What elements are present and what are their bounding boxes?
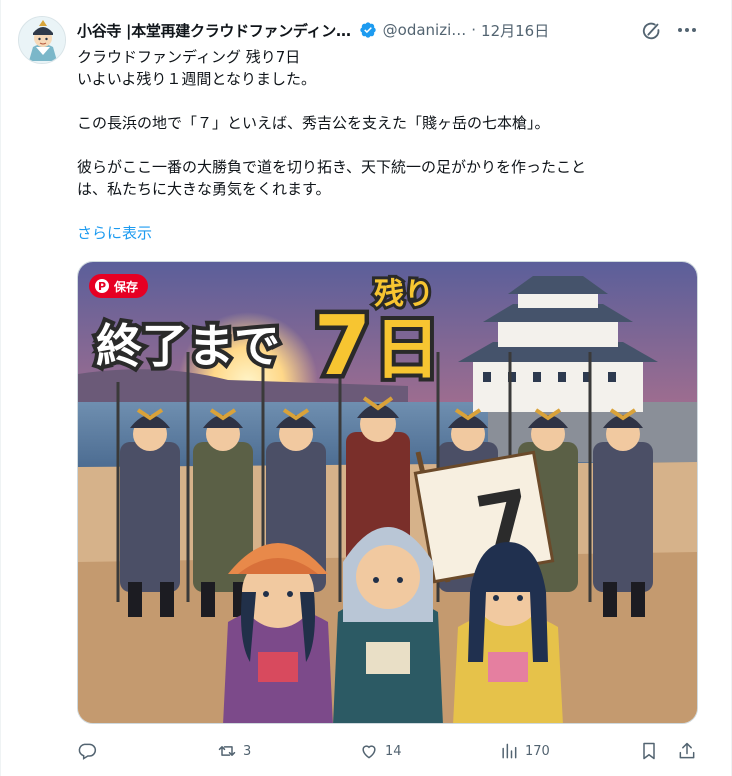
bookmark-icon	[643, 742, 655, 760]
headline-day: 日	[374, 311, 440, 388]
save-label: 保存	[114, 279, 139, 294]
repost-button[interactable]: 3	[217, 738, 251, 764]
author-name[interactable]: 小谷寺 |本堂再建クラウドファンディン…	[77, 20, 351, 41]
post-date[interactable]: 12月16日	[481, 20, 549, 41]
like-icon	[362, 745, 376, 759]
bookmark-button[interactable]	[639, 738, 659, 764]
text-line: 彼らがここ一番の大勝負で道を切り拓き、天下統一の足がかりを作ったこと	[77, 158, 586, 176]
views-button[interactable]: 170	[499, 738, 550, 764]
show-more-link[interactable]: さらに表示	[77, 222, 152, 243]
like-count: 14	[385, 743, 402, 759]
text-line: クラウドファンディング 残り7日	[77, 48, 301, 66]
repost-count: 3	[243, 743, 252, 759]
headline-label: 終了まで	[96, 319, 280, 373]
post-header: 小谷寺 |本堂再建クラウドファンディン… @odanizi… · 12月16日	[77, 18, 717, 42]
avatar[interactable]	[18, 16, 66, 64]
grok-icon[interactable]	[641, 20, 663, 42]
views-icon	[502, 743, 517, 759]
text-line: は、私たちに大きな勇気をくれます。	[77, 180, 331, 198]
text-line: いよいよ残り１週間となりました。	[77, 70, 316, 88]
post-image[interactable]: 7 終了まで 7 日 残り P 保存	[77, 261, 698, 724]
text-line: この長浜の地で「７」といえば、秀吉公を支えた「賤ヶ岳の七本槍」。	[77, 114, 550, 132]
headline-remaining: 残り	[374, 277, 434, 312]
headline-number: 7	[314, 299, 371, 394]
views-count: 170	[525, 743, 550, 759]
post-text: クラウドファンディング 残り7日 いよいよ残り１週間となりました。 この長浜の地…	[77, 46, 707, 200]
pinterest-save-button[interactable]: P 保存	[89, 274, 149, 298]
like-button[interactable]: 14	[359, 738, 402, 764]
reply-button[interactable]	[77, 738, 103, 764]
separator-dot: ·	[471, 21, 477, 39]
repost-icon	[218, 746, 236, 756]
reply-icon	[78, 743, 97, 760]
share-button[interactable]	[677, 738, 697, 764]
front-characters	[223, 527, 563, 723]
tweet-container[interactable]: 小谷寺 |本堂再建クラウドファンディン… @odanizi… · 12月16日 …	[0, 0, 732, 776]
share-icon	[679, 742, 695, 759]
more-icon[interactable]	[675, 19, 699, 41]
action-bar: 3 14 170	[77, 738, 707, 764]
verified-badge-icon	[359, 21, 377, 39]
pinterest-icon: P	[95, 279, 109, 293]
author-handle[interactable]: @odanizi…	[383, 21, 467, 39]
